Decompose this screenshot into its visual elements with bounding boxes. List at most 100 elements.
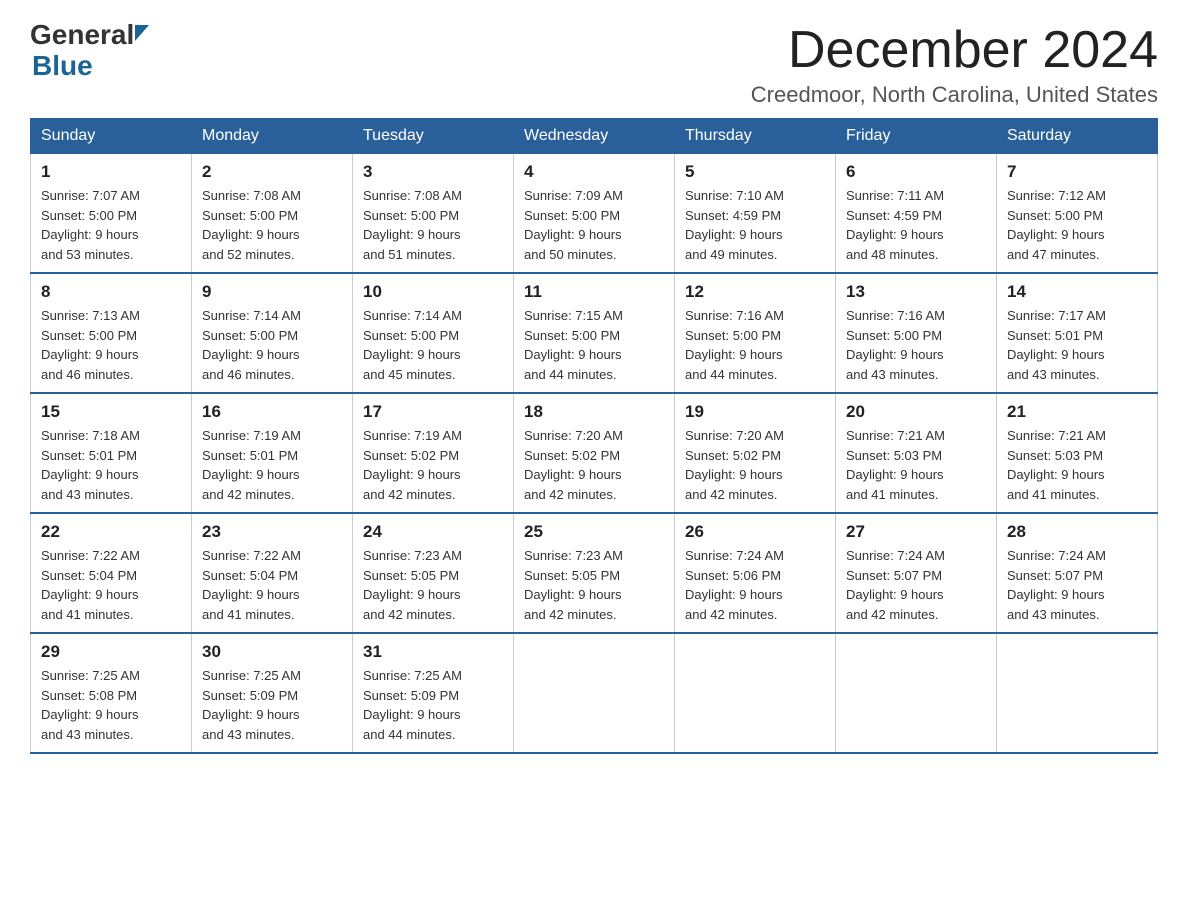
- table-row: 27Sunrise: 7:24 AMSunset: 5:07 PMDayligh…: [836, 513, 997, 633]
- table-row: 22 Sunrise: 7:22 AMSunset: 5:04 PMDayligh…: [31, 513, 192, 633]
- calendar-week-row: 8Sunrise: 7:13 AMSunset: 5:00 PMDaylight…: [31, 273, 1158, 393]
- table-row: 9 Sunrise: 7:14 AMSunset: 5:00 PMDaylight…: [192, 273, 353, 393]
- day-info: Sunrise: 7:22 AMSunset: 5:04 PMDaylight:…: [202, 546, 342, 624]
- day-info: Sunrise: 7:08 AMSunset: 5:00 PMDaylight:…: [363, 186, 503, 264]
- day-info: Sunrise: 7:22 AMSunset: 5:04 PMDaylight:…: [41, 546, 181, 624]
- day-info: Sunrise: 7:14 AMSunset: 5:00 PMDaylight:…: [202, 306, 342, 384]
- table-row: 29 Sunrise: 7:25 AMSunset: 5:08 PMDayligh…: [31, 633, 192, 753]
- day-number: 5: [685, 162, 825, 182]
- calendar-table: Sunday Monday Tuesday Wednesday Thursday…: [30, 118, 1158, 754]
- col-sunday: Sunday: [31, 119, 192, 154]
- day-info: Sunrise: 7:25 AMSunset: 5:09 PMDaylight:…: [202, 666, 342, 744]
- table-row: 21Sunrise: 7:21 AMSunset: 5:03 PMDayligh…: [997, 393, 1158, 513]
- table-row: 19 Sunrise: 7:20 AMSunset: 5:02 PMDayligh…: [675, 393, 836, 513]
- calendar-week-row: 1Sunrise: 7:07 AMSunset: 5:00 PMDaylight…: [31, 154, 1158, 274]
- table-row: 4 Sunrise: 7:09 AMSunset: 5:00 PMDaylight…: [514, 154, 675, 274]
- table-row: [836, 633, 997, 753]
- table-row: 13 Sunrise: 7:16 AMSunset: 5:00 PMDayligh…: [836, 273, 997, 393]
- col-tuesday: Tuesday: [353, 119, 514, 154]
- day-info: Sunrise: 7:16 AMSunset: 5:00 PMDaylight:…: [846, 306, 986, 384]
- day-number: 16: [202, 402, 342, 422]
- day-info: Sunrise: 7:17 AMSunset: 5:01 PMDaylight:…: [1007, 306, 1147, 384]
- table-row: 8Sunrise: 7:13 AMSunset: 5:00 PMDaylight…: [31, 273, 192, 393]
- day-number: 15: [41, 402, 181, 422]
- day-number: 4: [524, 162, 664, 182]
- day-info: Sunrise: 7:24 AMSunset: 5:06 PMDaylight:…: [685, 546, 825, 624]
- day-info: Sunrise: 7:19 AMSunset: 5:01 PMDaylight:…: [202, 426, 342, 504]
- table-row: 25Sunrise: 7:23 AMSunset: 5:05 PMDayligh…: [514, 513, 675, 633]
- location-title: Creedmoor, North Carolina, United States: [751, 82, 1158, 108]
- col-wednesday: Wednesday: [514, 119, 675, 154]
- table-row: 5Sunrise: 7:10 AMSunset: 4:59 PMDaylight…: [675, 154, 836, 274]
- table-row: [514, 633, 675, 753]
- day-number: 6: [846, 162, 986, 182]
- logo: General Blue: [30, 20, 150, 82]
- day-number: 24: [363, 522, 503, 542]
- col-thursday: Thursday: [675, 119, 836, 154]
- day-number: 20: [846, 402, 986, 422]
- day-info: Sunrise: 7:20 AMSunset: 5:02 PMDaylight:…: [524, 426, 664, 504]
- day-number: 22: [41, 522, 181, 542]
- table-row: 3 Sunrise: 7:08 AMSunset: 5:00 PMDaylight…: [353, 154, 514, 274]
- table-row: 14 Sunrise: 7:17 AMSunset: 5:01 PMDayligh…: [997, 273, 1158, 393]
- table-row: 11Sunrise: 7:15 AMSunset: 5:00 PMDayligh…: [514, 273, 675, 393]
- day-info: Sunrise: 7:08 AMSunset: 5:00 PMDaylight:…: [202, 186, 342, 264]
- logo-blue-text: Blue: [32, 51, 150, 82]
- day-info: Sunrise: 7:14 AMSunset: 5:00 PMDaylight:…: [363, 306, 503, 384]
- day-info: Sunrise: 7:07 AMSunset: 5:00 PMDaylight:…: [41, 186, 181, 264]
- day-info: Sunrise: 7:16 AMSunset: 5:00 PMDaylight:…: [685, 306, 825, 384]
- day-number: 14: [1007, 282, 1147, 302]
- calendar-week-row: 29 Sunrise: 7:25 AMSunset: 5:08 PMDayligh…: [31, 633, 1158, 753]
- table-row: 15 Sunrise: 7:18 AMSunset: 5:01 PMDayligh…: [31, 393, 192, 513]
- table-row: [675, 633, 836, 753]
- day-number: 31: [363, 642, 503, 662]
- table-row: 30 Sunrise: 7:25 AMSunset: 5:09 PMDayligh…: [192, 633, 353, 753]
- table-row: 26 Sunrise: 7:24 AMSunset: 5:06 PMDayligh…: [675, 513, 836, 633]
- day-info: Sunrise: 7:11 AMSunset: 4:59 PMDaylight:…: [846, 186, 986, 264]
- day-number: 3: [363, 162, 503, 182]
- day-number: 21: [1007, 402, 1147, 422]
- day-info: Sunrise: 7:19 AMSunset: 5:02 PMDaylight:…: [363, 426, 503, 504]
- table-row: 12 Sunrise: 7:16 AMSunset: 5:00 PMDayligh…: [675, 273, 836, 393]
- day-number: 30: [202, 642, 342, 662]
- col-saturday: Saturday: [997, 119, 1158, 154]
- day-info: Sunrise: 7:24 AMSunset: 5:07 PMDaylight:…: [846, 546, 986, 624]
- day-number: 19: [685, 402, 825, 422]
- table-row: 1Sunrise: 7:07 AMSunset: 5:00 PMDaylight…: [31, 154, 192, 274]
- day-info: Sunrise: 7:23 AMSunset: 5:05 PMDaylight:…: [363, 546, 503, 624]
- title-area: December 2024 Creedmoor, North Carolina,…: [751, 20, 1158, 108]
- day-info: Sunrise: 7:18 AMSunset: 5:01 PMDaylight:…: [41, 426, 181, 504]
- table-row: 18 Sunrise: 7:20 AMSunset: 5:02 PMDayligh…: [514, 393, 675, 513]
- day-info: Sunrise: 7:20 AMSunset: 5:02 PMDaylight:…: [685, 426, 825, 504]
- day-info: Sunrise: 7:13 AMSunset: 5:00 PMDaylight:…: [41, 306, 181, 384]
- day-number: 12: [685, 282, 825, 302]
- table-row: 17 Sunrise: 7:19 AMSunset: 5:02 PMDayligh…: [353, 393, 514, 513]
- table-row: 31Sunrise: 7:25 AMSunset: 5:09 PMDayligh…: [353, 633, 514, 753]
- day-number: 28: [1007, 522, 1147, 542]
- day-number: 29: [41, 642, 181, 662]
- page-header: General Blue December 2024 Creedmoor, No…: [30, 20, 1158, 108]
- day-number: 13: [846, 282, 986, 302]
- calendar-header-row: Sunday Monday Tuesday Wednesday Thursday…: [31, 119, 1158, 154]
- table-row: [997, 633, 1158, 753]
- day-number: 2: [202, 162, 342, 182]
- day-info: Sunrise: 7:24 AMSunset: 5:07 PMDaylight:…: [1007, 546, 1147, 624]
- day-number: 10: [363, 282, 503, 302]
- day-number: 9: [202, 282, 342, 302]
- day-number: 17: [363, 402, 503, 422]
- day-info: Sunrise: 7:09 AMSunset: 5:00 PMDaylight:…: [524, 186, 664, 264]
- day-info: Sunrise: 7:12 AMSunset: 5:00 PMDaylight:…: [1007, 186, 1147, 264]
- col-friday: Friday: [836, 119, 997, 154]
- day-number: 26: [685, 522, 825, 542]
- day-info: Sunrise: 7:25 AMSunset: 5:08 PMDaylight:…: [41, 666, 181, 744]
- month-title: December 2024: [751, 20, 1158, 80]
- logo-triangle-icon: [135, 25, 149, 41]
- table-row: 23Sunrise: 7:22 AMSunset: 5:04 PMDayligh…: [192, 513, 353, 633]
- table-row: 16 Sunrise: 7:19 AMSunset: 5:01 PMDayligh…: [192, 393, 353, 513]
- table-row: 24 Sunrise: 7:23 AMSunset: 5:05 PMDayligh…: [353, 513, 514, 633]
- day-number: 18: [524, 402, 664, 422]
- day-number: 7: [1007, 162, 1147, 182]
- table-row: 20 Sunrise: 7:21 AMSunset: 5:03 PMDayligh…: [836, 393, 997, 513]
- day-info: Sunrise: 7:23 AMSunset: 5:05 PMDaylight:…: [524, 546, 664, 624]
- day-info: Sunrise: 7:21 AMSunset: 5:03 PMDaylight:…: [846, 426, 986, 504]
